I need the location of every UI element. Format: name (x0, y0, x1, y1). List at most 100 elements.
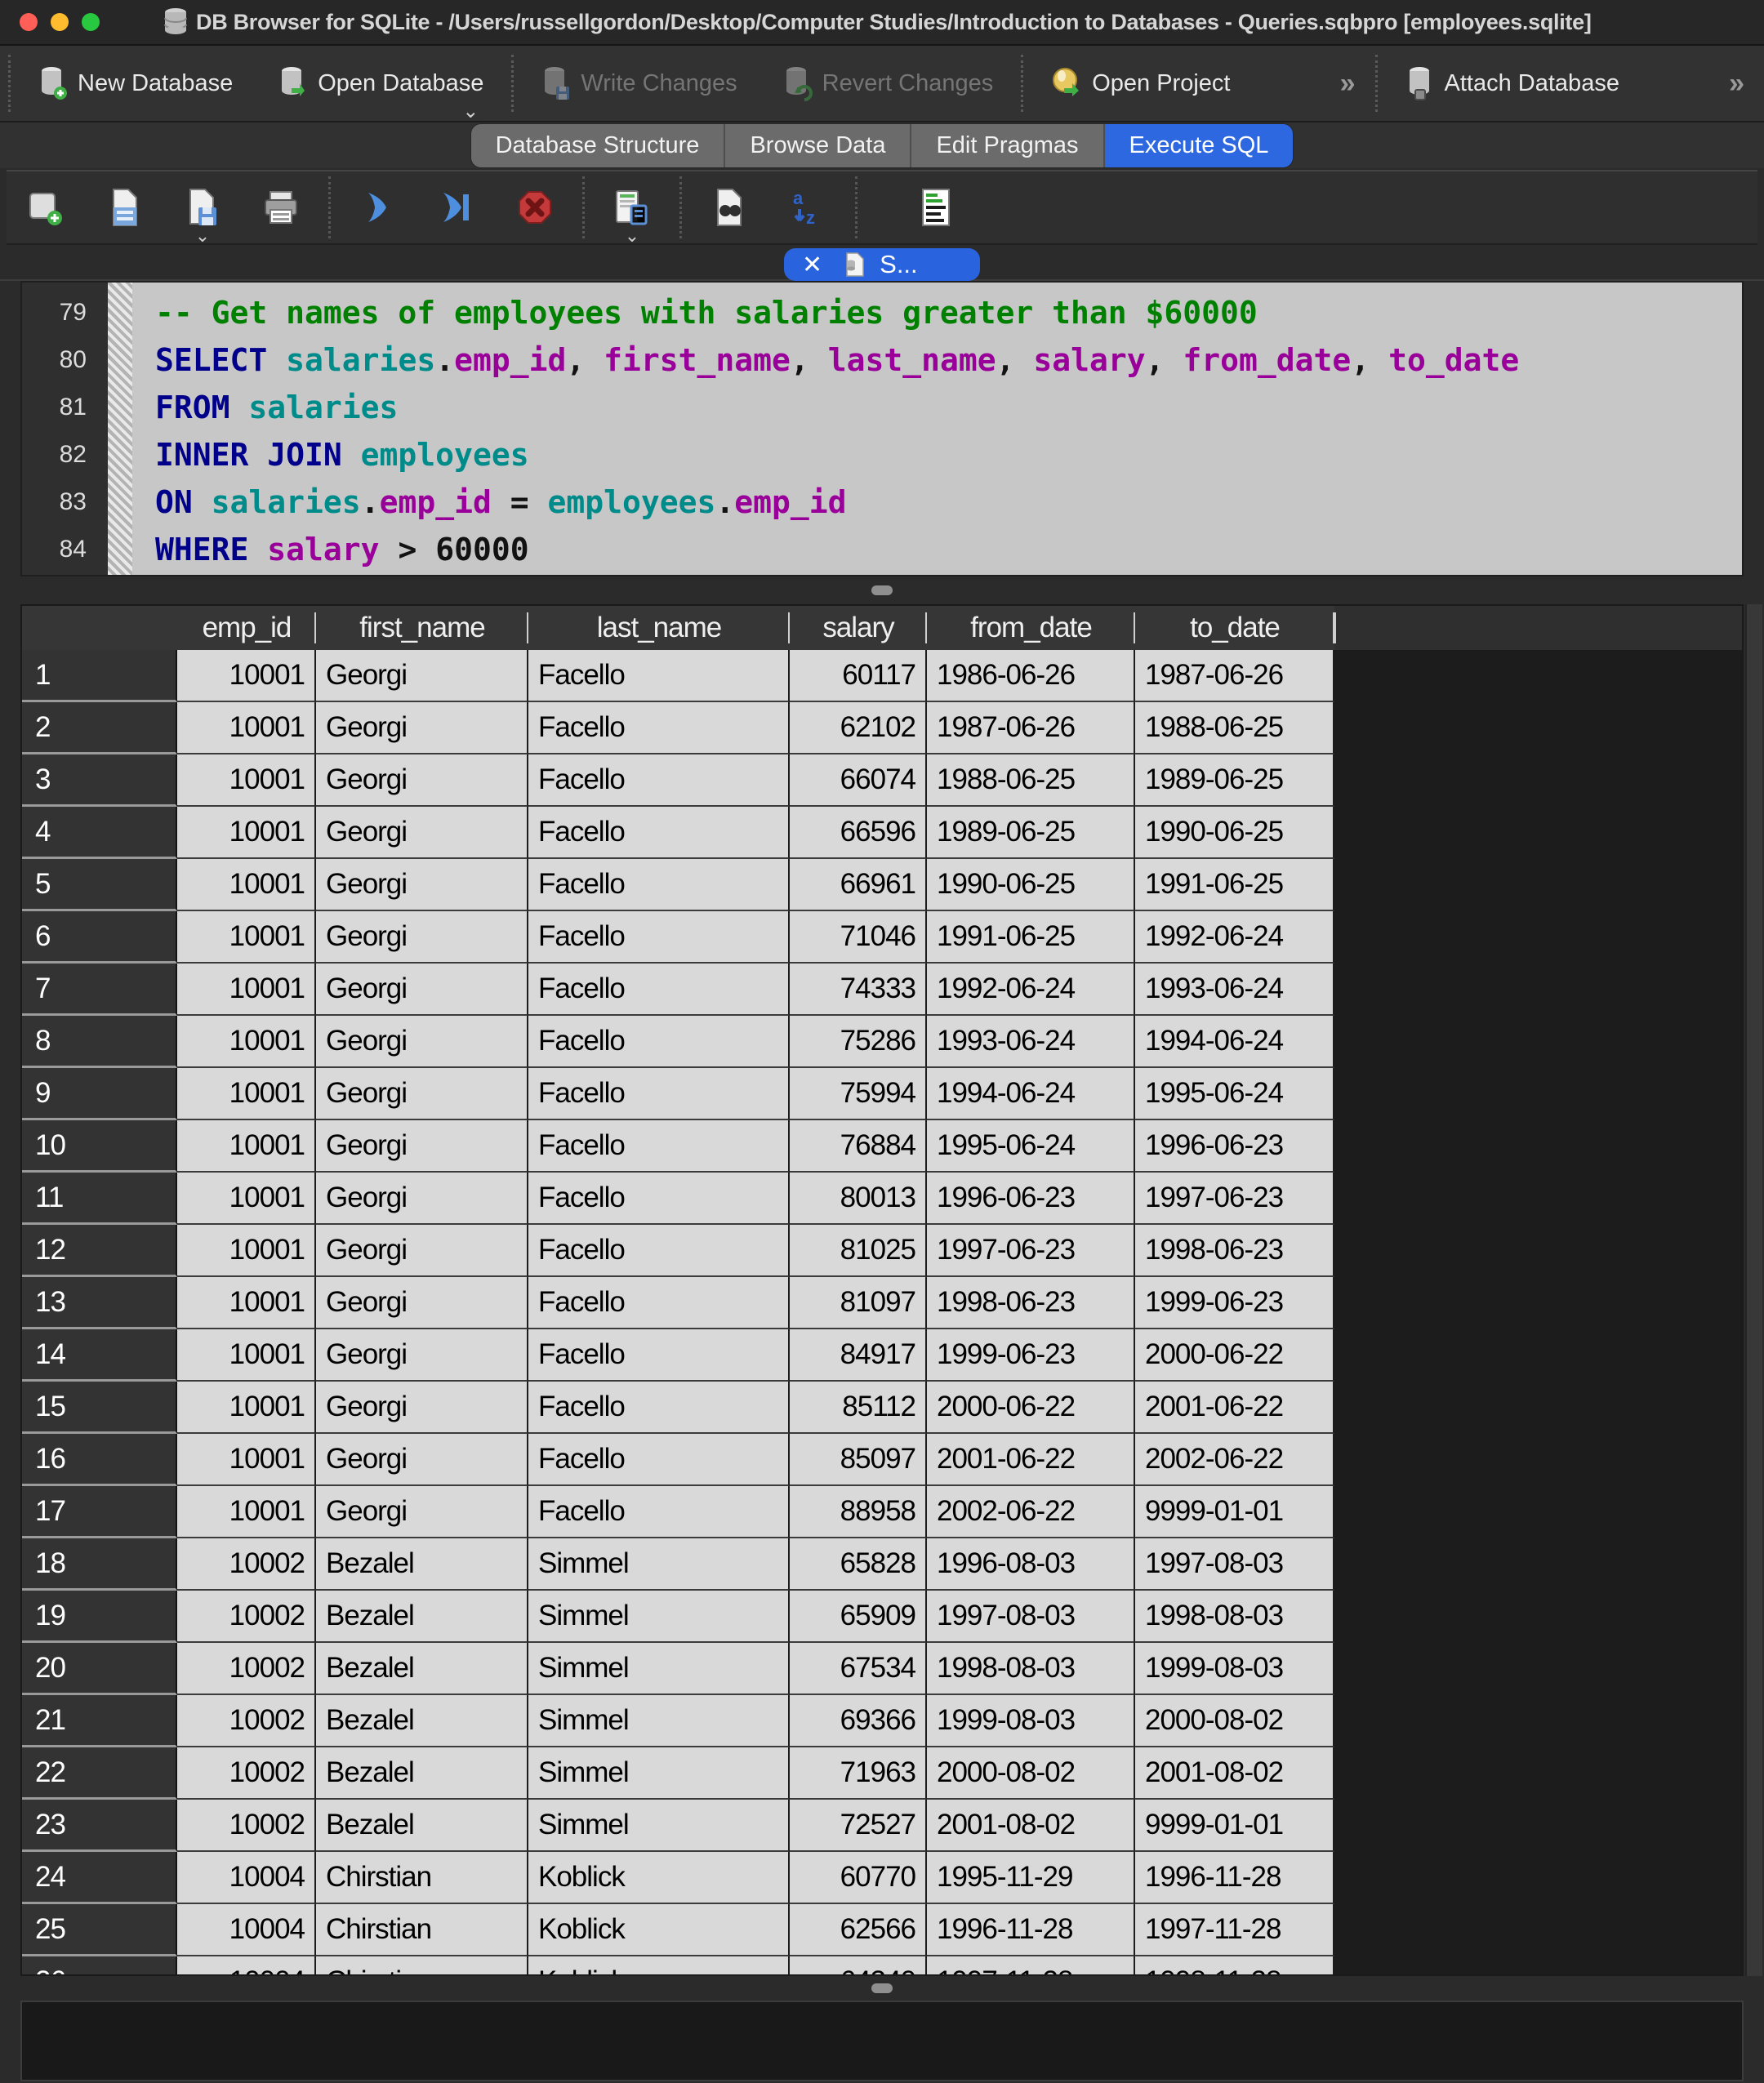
save-sql-file-button[interactable]: ⌄ (181, 186, 224, 229)
attach-database-button[interactable]: Attach Database (1383, 46, 1642, 121)
table-cell[interactable]: Simmel (528, 1800, 790, 1852)
row-number-cell[interactable]: 13 (22, 1277, 177, 1329)
table-cell[interactable]: 1997-06-23 (927, 1225, 1135, 1277)
results-log-splitter[interactable] (0, 1976, 1764, 2001)
table-row[interactable]: 1910002BezalelSimmel659091997-08-031998-… (22, 1591, 1742, 1643)
editor-code[interactable]: -- Get names of employees with salaries … (132, 283, 1742, 575)
table-row[interactable]: 410001GeorgiFacello665961989-06-251990-0… (22, 807, 1742, 859)
table-row[interactable]: 1510001GeorgiFacello851122000-06-222001-… (22, 1382, 1742, 1434)
table-cell[interactable]: 10004 (177, 1904, 316, 1956)
table-cell[interactable]: 69366 (790, 1695, 927, 1747)
table-cell[interactable]: Koblick (528, 1904, 790, 1956)
close-tab-icon[interactable]: ✕ (802, 251, 822, 279)
table-cell[interactable]: Georgi (316, 1486, 528, 1538)
table-cell[interactable]: 10004 (177, 1852, 316, 1904)
table-cell[interactable]: 10001 (177, 1329, 316, 1382)
execute-all-button[interactable] (357, 186, 399, 229)
table-cell[interactable]: 10002 (177, 1747, 316, 1800)
table-cell[interactable]: Bezalel (316, 1591, 528, 1643)
row-number-cell[interactable]: 6 (22, 911, 177, 964)
row-number-cell[interactable]: 22 (22, 1747, 177, 1800)
table-row[interactable]: 1810002BezalelSimmel658281996-08-031997-… (22, 1538, 1742, 1591)
table-cell[interactable]: 10001 (177, 702, 316, 754)
table-cell[interactable]: 85112 (790, 1382, 927, 1434)
table-cell[interactable]: Georgi (316, 1434, 528, 1486)
table-cell[interactable]: 9999-01-01 (1135, 1486, 1334, 1538)
table-cell[interactable]: 1997-08-03 (927, 1591, 1135, 1643)
table-cell[interactable]: 2002-06-22 (1135, 1434, 1334, 1486)
table-cell[interactable]: Koblick (528, 1956, 790, 1976)
table-cell[interactable]: Georgi (316, 911, 528, 964)
row-number-cell[interactable]: 25 (22, 1904, 177, 1956)
table-cell[interactable]: 80013 (790, 1173, 927, 1225)
row-number-cell[interactable]: 10 (22, 1120, 177, 1173)
table-cell[interactable]: Georgi (316, 1329, 528, 1382)
table-cell[interactable]: 1999-08-03 (1135, 1643, 1334, 1695)
table-cell[interactable]: 10002 (177, 1800, 316, 1852)
table-cell[interactable]: Facello (528, 1120, 790, 1173)
table-row[interactable]: 2110002BezalelSimmel693661999-08-032000-… (22, 1695, 1742, 1747)
table-cell[interactable]: Simmel (528, 1643, 790, 1695)
table-row[interactable]: 810001GeorgiFacello752861993-06-241994-0… (22, 1016, 1742, 1068)
open-sql-file-button[interactable] (103, 186, 145, 229)
new-database-button[interactable]: New Database (16, 46, 256, 121)
row-number-cell[interactable]: 19 (22, 1591, 177, 1643)
row-number-cell[interactable]: 18 (22, 1538, 177, 1591)
table-cell[interactable]: Georgi (316, 1173, 528, 1225)
table-cell[interactable]: 75994 (790, 1068, 927, 1120)
row-number-cell[interactable]: 3 (22, 754, 177, 807)
table-row[interactable]: 310001GeorgiFacello660741988-06-251989-0… (22, 754, 1742, 807)
table-cell[interactable]: 1999-06-23 (1135, 1277, 1334, 1329)
open-project-button[interactable]: Open Project (1028, 46, 1253, 121)
format-sql-button[interactable]: a z (786, 186, 829, 229)
table-cell[interactable]: Facello (528, 1016, 790, 1068)
row-number-cell[interactable]: 5 (22, 859, 177, 911)
table-cell[interactable]: 2000-08-02 (1135, 1695, 1334, 1747)
new-sql-tab-button[interactable] (24, 186, 67, 229)
table-cell[interactable]: 10001 (177, 964, 316, 1016)
table-row[interactable]: 1410001GeorgiFacello849171999-06-232000-… (22, 1329, 1742, 1382)
table-cell[interactable]: 1997-06-23 (1135, 1173, 1334, 1225)
table-cell[interactable]: 10001 (177, 1173, 316, 1225)
table-row[interactable]: 2410004ChirstianKoblick607701995-11-2919… (22, 1852, 1742, 1904)
table-row[interactable]: 2210002BezalelSimmel719632000-08-022001-… (22, 1747, 1742, 1800)
close-window-button[interactable] (20, 13, 38, 31)
table-cell[interactable]: 1989-06-25 (927, 807, 1135, 859)
table-cell[interactable]: 1996-11-28 (1135, 1852, 1334, 1904)
table-cell[interactable]: Bezalel (316, 1747, 528, 1800)
table-cell[interactable]: 81097 (790, 1277, 927, 1329)
table-cell[interactable]: 10001 (177, 1016, 316, 1068)
table-cell[interactable]: 62102 (790, 702, 927, 754)
open-database-dropdown-icon[interactable]: ⌄ (462, 105, 479, 119)
table-cell[interactable]: 2001-08-02 (1135, 1747, 1334, 1800)
table-cell[interactable]: Bezalel (316, 1800, 528, 1852)
table-cell[interactable]: 1996-06-23 (1135, 1120, 1334, 1173)
table-cell[interactable]: 60770 (790, 1852, 927, 1904)
table-cell[interactable]: 1996-08-03 (927, 1538, 1135, 1591)
table-cell[interactable]: 1992-06-24 (1135, 911, 1334, 964)
table-cell[interactable]: 1998-06-23 (927, 1277, 1135, 1329)
table-cell[interactable]: 2000-08-02 (927, 1747, 1135, 1800)
table-cell[interactable]: Facello (528, 1486, 790, 1538)
tab-browse-data[interactable]: Browse Data (725, 124, 911, 167)
table-cell[interactable]: 10001 (177, 1434, 316, 1486)
table-cell[interactable]: 1998-06-23 (1135, 1225, 1334, 1277)
table-cell[interactable]: Facello (528, 859, 790, 911)
table-cell[interactable]: 1997-11-28 (1135, 1904, 1334, 1956)
table-cell[interactable]: 10001 (177, 807, 316, 859)
execute-current-line-button[interactable] (435, 186, 478, 229)
stop-execution-button[interactable] (514, 186, 556, 229)
table-cell[interactable]: Georgi (316, 754, 528, 807)
table-row[interactable]: 1310001GeorgiFacello810971998-06-231999-… (22, 1277, 1742, 1329)
table-cell[interactable]: Bezalel (316, 1695, 528, 1747)
table-cell[interactable]: 1990-06-25 (927, 859, 1135, 911)
table-cell[interactable]: 71963 (790, 1747, 927, 1800)
row-number-cell[interactable]: 24 (22, 1852, 177, 1904)
table-cell[interactable]: 1998-08-03 (927, 1643, 1135, 1695)
table-row[interactable]: 610001GeorgiFacello710461991-06-251992-0… (22, 911, 1742, 964)
open-database-button[interactable]: Open Database ⌄ (256, 46, 506, 121)
table-row[interactable]: 2610004ChirstianKoblick643401997-11-2819… (22, 1956, 1742, 1976)
table-cell[interactable]: Bezalel (316, 1538, 528, 1591)
table-cell[interactable]: 1987-06-26 (927, 702, 1135, 754)
editor-results-splitter[interactable] (0, 576, 1764, 604)
